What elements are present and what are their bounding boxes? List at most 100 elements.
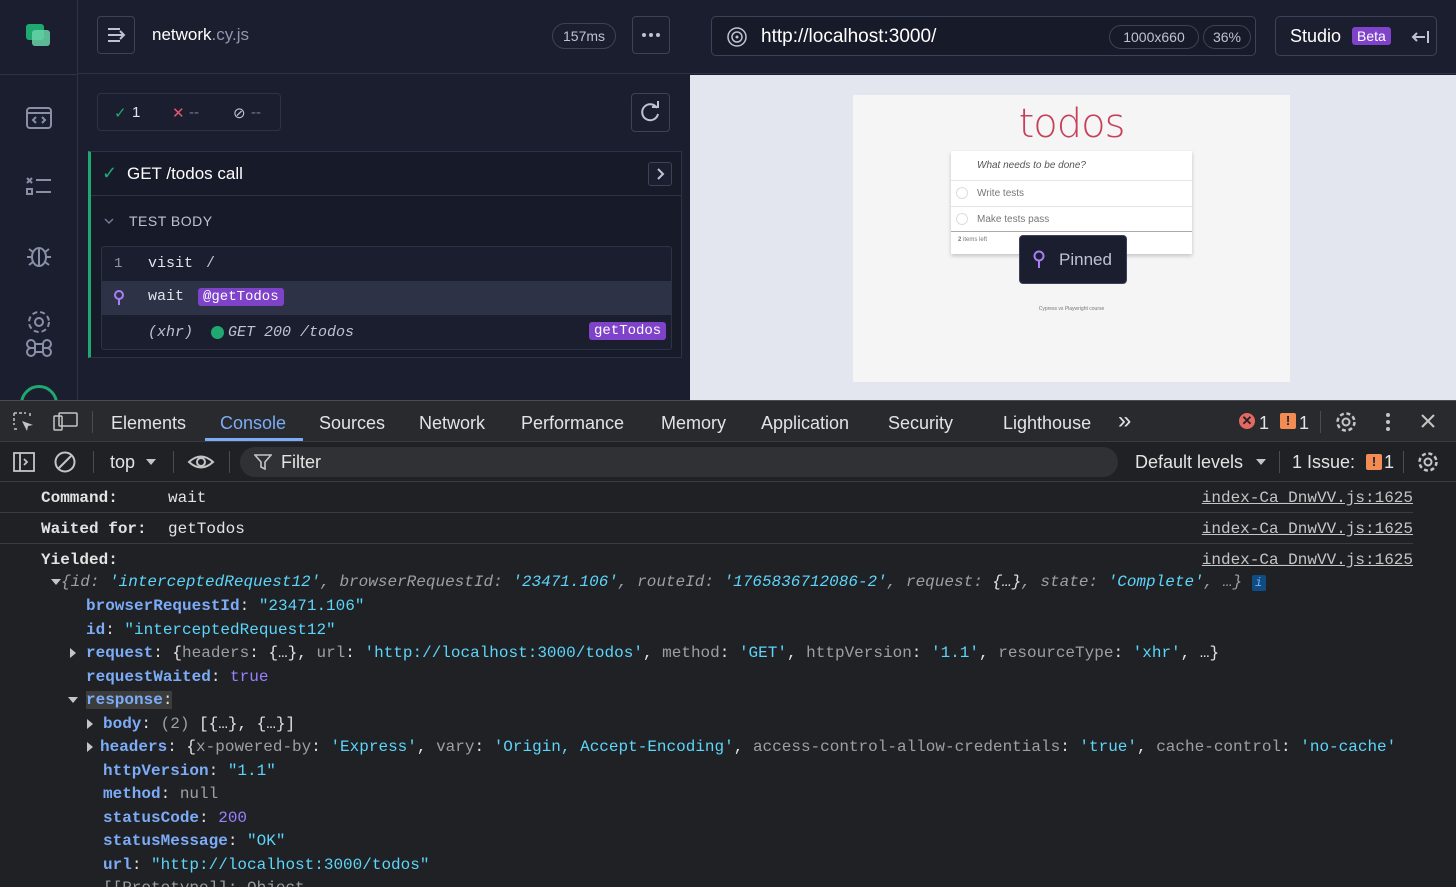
selector-playground-icon[interactable] xyxy=(726,26,748,48)
object-summary-row[interactable]: {id: 'interceptedRequest12', browserRequ… xyxy=(51,573,1456,591)
device-toolbar-icon[interactable] xyxy=(53,411,79,433)
expand-triangle-icon[interactable] xyxy=(87,718,93,729)
prototype-row[interactable]: [[Prototype]]: Object xyxy=(103,879,1456,887)
test-title-row[interactable]: ✓ GET /todos call xyxy=(91,152,682,196)
cypress-logo[interactable] xyxy=(26,24,50,46)
prop-value: "http://localhost:3000/todos" xyxy=(151,856,430,874)
source-link[interactable]: index-Ca_DnwVV.js:1625 xyxy=(1202,520,1413,538)
toggle-checkbox[interactable] xyxy=(956,213,968,225)
prop-value: 'GET' xyxy=(738,644,787,662)
studio-label: Studio xyxy=(1290,26,1342,46)
context-selector[interactable]: top xyxy=(110,452,135,473)
debug-bug-icon[interactable] xyxy=(24,240,54,270)
source-link[interactable]: index-Ca_DnwVV.js:1625 xyxy=(1202,551,1413,569)
issues-label[interactable]: 1 Issue: xyxy=(1292,452,1355,473)
app-iframe[interactable]: todos What needs to be done? Write tests… xyxy=(853,95,1290,382)
filter-placeholder: Filter xyxy=(281,452,321,472)
sidebar-divider xyxy=(0,74,78,75)
open-test-button[interactable] xyxy=(648,162,672,186)
test-stats: ✓ 1 ✕ -- ⊘ -- xyxy=(97,93,281,131)
command-wait[interactable]: wait @getTodos xyxy=(102,281,671,315)
prop-row: requestWaited: true xyxy=(86,668,269,686)
tab-lighthouse[interactable]: Lighthouse xyxy=(1003,413,1091,434)
log-levels-dropdown[interactable]: Default levels xyxy=(1135,452,1243,473)
prop-key: vary xyxy=(436,738,475,756)
inspect-element-icon[interactable] xyxy=(12,411,36,433)
close-devtools-icon[interactable] xyxy=(1418,411,1438,431)
app-title: todos xyxy=(1018,101,1126,147)
expand-triangle-icon[interactable] xyxy=(87,741,93,752)
prop-row: browserRequestId: "23471.106" xyxy=(86,597,365,615)
tab-application[interactable]: Application xyxy=(761,413,849,434)
info-icon[interactable]: i xyxy=(1251,575,1266,591)
toggle-checkbox[interactable] xyxy=(956,187,968,199)
warning-count[interactable]: 1 xyxy=(1299,413,1309,434)
test-title: GET /todos call xyxy=(127,164,243,183)
kebab-menu-icon[interactable] xyxy=(1378,410,1398,434)
source-link[interactable]: index-Ca_DnwVV.js:1625 xyxy=(1202,489,1413,507)
tab-elements[interactable]: Elements xyxy=(111,413,186,434)
log-key: Yielded: xyxy=(41,551,118,569)
more-options-button[interactable] xyxy=(632,16,670,54)
new-todo-input[interactable]: What needs to be done? xyxy=(977,160,1086,171)
rerun-button[interactable] xyxy=(631,93,670,132)
devtools-settings-gear-icon[interactable] xyxy=(1334,410,1358,434)
tab-security[interactable]: Security xyxy=(888,413,953,434)
tab-memory[interactable]: Memory xyxy=(661,413,726,434)
command-list: 1 visit / wait @getTodos (xhr) GET 200 /… xyxy=(101,246,672,350)
prop-key: cache-control xyxy=(1156,738,1282,756)
prop-row: statusMessage: "OK" xyxy=(103,832,286,850)
command-xhr[interactable]: (xhr) GET 200 /todos getTodos xyxy=(102,315,671,349)
devtools-panel: Elements Console Sources Network Perform… xyxy=(0,400,1456,887)
alias-tag: getTodos xyxy=(589,322,667,340)
expand-triangle-icon[interactable] xyxy=(51,578,61,585)
credit-text: Cypress vs Playwright course xyxy=(1038,306,1105,312)
expand-triangle-icon[interactable] xyxy=(68,696,78,703)
toggle-specs-button[interactable] xyxy=(97,16,135,54)
error-count[interactable]: 1 xyxy=(1259,413,1269,434)
command-visit[interactable]: 1 visit / xyxy=(102,247,671,281)
url-bar[interactable]: http://localhost:3000/ 1000x660 36% xyxy=(711,16,1256,56)
tab-performance[interactable]: Performance xyxy=(521,413,624,434)
more-tabs-chevron-icon[interactable]: » xyxy=(1118,407,1131,435)
headers-row[interactable]: headers: {x-powered-by: 'Express', vary:… xyxy=(87,738,1456,756)
issues-count[interactable]: 1 xyxy=(1384,452,1394,473)
studio-button[interactable]: Studio Beta xyxy=(1275,16,1437,56)
warning-icon[interactable]: ! xyxy=(1280,413,1296,429)
sidebar-toggle-icon[interactable] xyxy=(12,450,36,474)
todo-item[interactable]: Make tests pass xyxy=(951,206,1192,231)
toolbar-divider xyxy=(1403,451,1404,473)
runs-icon[interactable] xyxy=(24,172,54,202)
active-tab-indicator xyxy=(205,438,303,441)
test-item: ✓ GET /todos call TEST BODY 1 visit / wa… xyxy=(88,151,682,358)
response-row[interactable]: response: xyxy=(68,691,1456,709)
panel-collapse-icon xyxy=(1411,31,1429,43)
tab-sources[interactable]: Sources xyxy=(319,413,385,434)
levels-dropdown-icon[interactable] xyxy=(1256,459,1266,465)
body-row[interactable]: body: (2) [{…}, {…}] xyxy=(87,715,1456,733)
viewport-size-badge[interactable]: 1000x660 xyxy=(1109,25,1199,49)
request-row[interactable]: request: {headers: {…}, url: 'http://loc… xyxy=(70,644,1456,662)
todo-item[interactable]: Write tests xyxy=(951,180,1192,205)
tab-console[interactable]: Console xyxy=(220,413,286,434)
issue-warning-icon[interactable]: ! xyxy=(1366,454,1382,470)
console-filter-input[interactable]: Filter xyxy=(240,447,1118,477)
keyboard-shortcuts-icon[interactable] xyxy=(24,333,54,363)
filter-funnel-icon xyxy=(254,454,272,470)
console-settings-gear-icon[interactable] xyxy=(1416,450,1440,474)
context-dropdown-icon[interactable] xyxy=(146,459,156,465)
prop-value: "23471.106" xyxy=(258,597,365,615)
prop-key: state xyxy=(1040,573,1089,591)
log-key: Waited for: xyxy=(41,520,147,538)
pin-icon xyxy=(1033,250,1045,268)
error-x-icon[interactable]: ✕ xyxy=(1239,413,1255,429)
clear-console-icon[interactable] xyxy=(53,450,77,474)
live-expression-eye-icon[interactable] xyxy=(187,450,215,474)
prop-row: method: null xyxy=(103,785,219,803)
specs-icon[interactable] xyxy=(24,103,54,133)
test-body-heading[interactable]: TEST BODY xyxy=(129,213,213,229)
failed-count: -- xyxy=(189,104,199,121)
command-name: (xhr) xyxy=(148,324,194,341)
expand-triangle-icon[interactable] xyxy=(70,647,76,658)
tab-network[interactable]: Network xyxy=(419,413,485,434)
